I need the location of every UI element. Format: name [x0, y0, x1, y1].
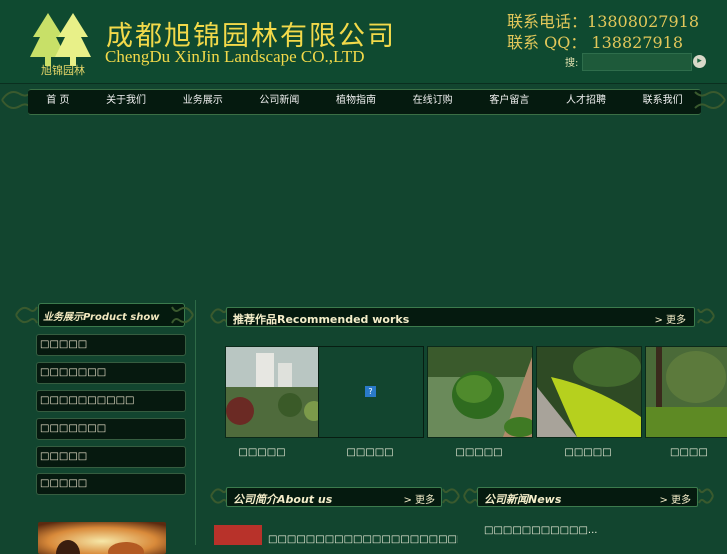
nav-contact[interactable]: 联系我们	[624, 91, 701, 111]
work-photo[interactable]	[645, 346, 727, 438]
logo-text: 旭锦园林	[41, 64, 85, 77]
search-label: 搜:	[565, 58, 579, 69]
banner-area	[0, 118, 727, 298]
search-input[interactable]	[582, 53, 692, 71]
news-bar: 公司新闻News > 更多	[477, 487, 698, 507]
header: 旭锦园林 成都旭锦园林有限公司 ChengDu XinJin Landscape…	[0, 0, 727, 84]
news-item[interactable]: □□□□□□□□□□□...	[484, 525, 597, 536]
sidebar-photo[interactable]	[38, 522, 166, 554]
company-name-en: ChengDu XinJin Landscape CO.,LTD	[105, 47, 365, 66]
search-button[interactable]: ▸	[693, 55, 706, 68]
about-thumbnail[interactable]	[214, 525, 262, 545]
recommended-header: 推荐作品Recommended works > 更多	[210, 305, 715, 327]
sidebar-item[interactable]: □□□□□	[36, 473, 186, 495]
logo[interactable]: 旭锦园林	[28, 10, 98, 78]
main-nav: 首 页 关于我们 业务展示 公司新闻 植物指南 在线订购 客户留言 人才招聘 联…	[0, 86, 727, 115]
sidebar-item[interactable]: □□□□□	[36, 334, 186, 356]
work-photo[interactable]	[225, 346, 331, 438]
sidebar-item[interactable]: □□□□□□□□□□	[36, 390, 186, 412]
nav-guestbook[interactable]: 客户留言	[471, 91, 548, 111]
ornament-right-icon	[442, 488, 460, 504]
nav-order[interactable]: 在线订购	[394, 91, 471, 111]
work-photo[interactable]	[427, 346, 533, 438]
tree-logo-icon	[30, 13, 91, 66]
nav-news[interactable]: 公司新闻	[241, 91, 318, 111]
nav-jobs[interactable]: 人才招聘	[548, 91, 625, 111]
recommended-title: 推荐作品Recommended works	[233, 313, 410, 326]
nav-plant-guide[interactable]: 植物指南	[318, 91, 395, 111]
news-title: 公司新闻News	[484, 493, 562, 506]
recommended-more-link[interactable]: > 更多	[654, 311, 686, 326]
about-title: 公司简介About us	[233, 493, 333, 506]
ornament-right-icon	[171, 306, 194, 324]
ornament-right-icon	[698, 488, 714, 504]
work-photo-missing[interactable]: ?	[318, 346, 424, 438]
nav-about[interactable]: 关于我们	[88, 91, 165, 111]
about-header: 公司简介About us > 更多	[210, 484, 460, 508]
about-more-link[interactable]: > 更多	[403, 491, 435, 506]
sidebar-title: 业务展示Product show	[38, 303, 185, 327]
sidebar-item[interactable]: □□□□□	[36, 446, 186, 468]
contact-qq: 联系 QQ： 138827918	[507, 33, 684, 52]
ornament-left-icon	[15, 306, 38, 324]
column-divider	[195, 300, 196, 545]
work-caption[interactable]: □□□□□	[536, 447, 640, 458]
ornament-right-icon	[697, 308, 715, 324]
work-caption[interactable]: □□□□□	[318, 447, 422, 458]
work-caption[interactable]: □□□□□	[427, 447, 531, 458]
nav-business[interactable]: 业务展示	[164, 91, 241, 111]
work-caption[interactable]: □□□□	[670, 447, 727, 458]
contact-phone: 联系电话：13808027918	[507, 12, 699, 31]
about-bar: 公司简介About us > 更多	[226, 487, 442, 507]
work-caption[interactable]: □□□□□	[210, 447, 314, 458]
broken-image-icon: ?	[365, 386, 376, 397]
sidebar-item[interactable]: □□□□□□□	[36, 362, 186, 384]
nav-home[interactable]: 首 页	[28, 91, 88, 111]
sidebar-item[interactable]: □□□□□□□	[36, 418, 186, 440]
about-text: □□□□□□□□□□□□□□□□□□□□□□□□,□□□□12□□	[268, 534, 458, 545]
news-header: 公司新闻News > 更多	[463, 484, 716, 508]
contact-info: 联系电话：13808027918 联系 QQ： 138827918	[507, 11, 699, 53]
news-more-link[interactable]: > 更多	[659, 491, 691, 506]
recommended-bar: 推荐作品Recommended works > 更多	[226, 307, 695, 327]
work-photo[interactable]	[536, 346, 642, 438]
